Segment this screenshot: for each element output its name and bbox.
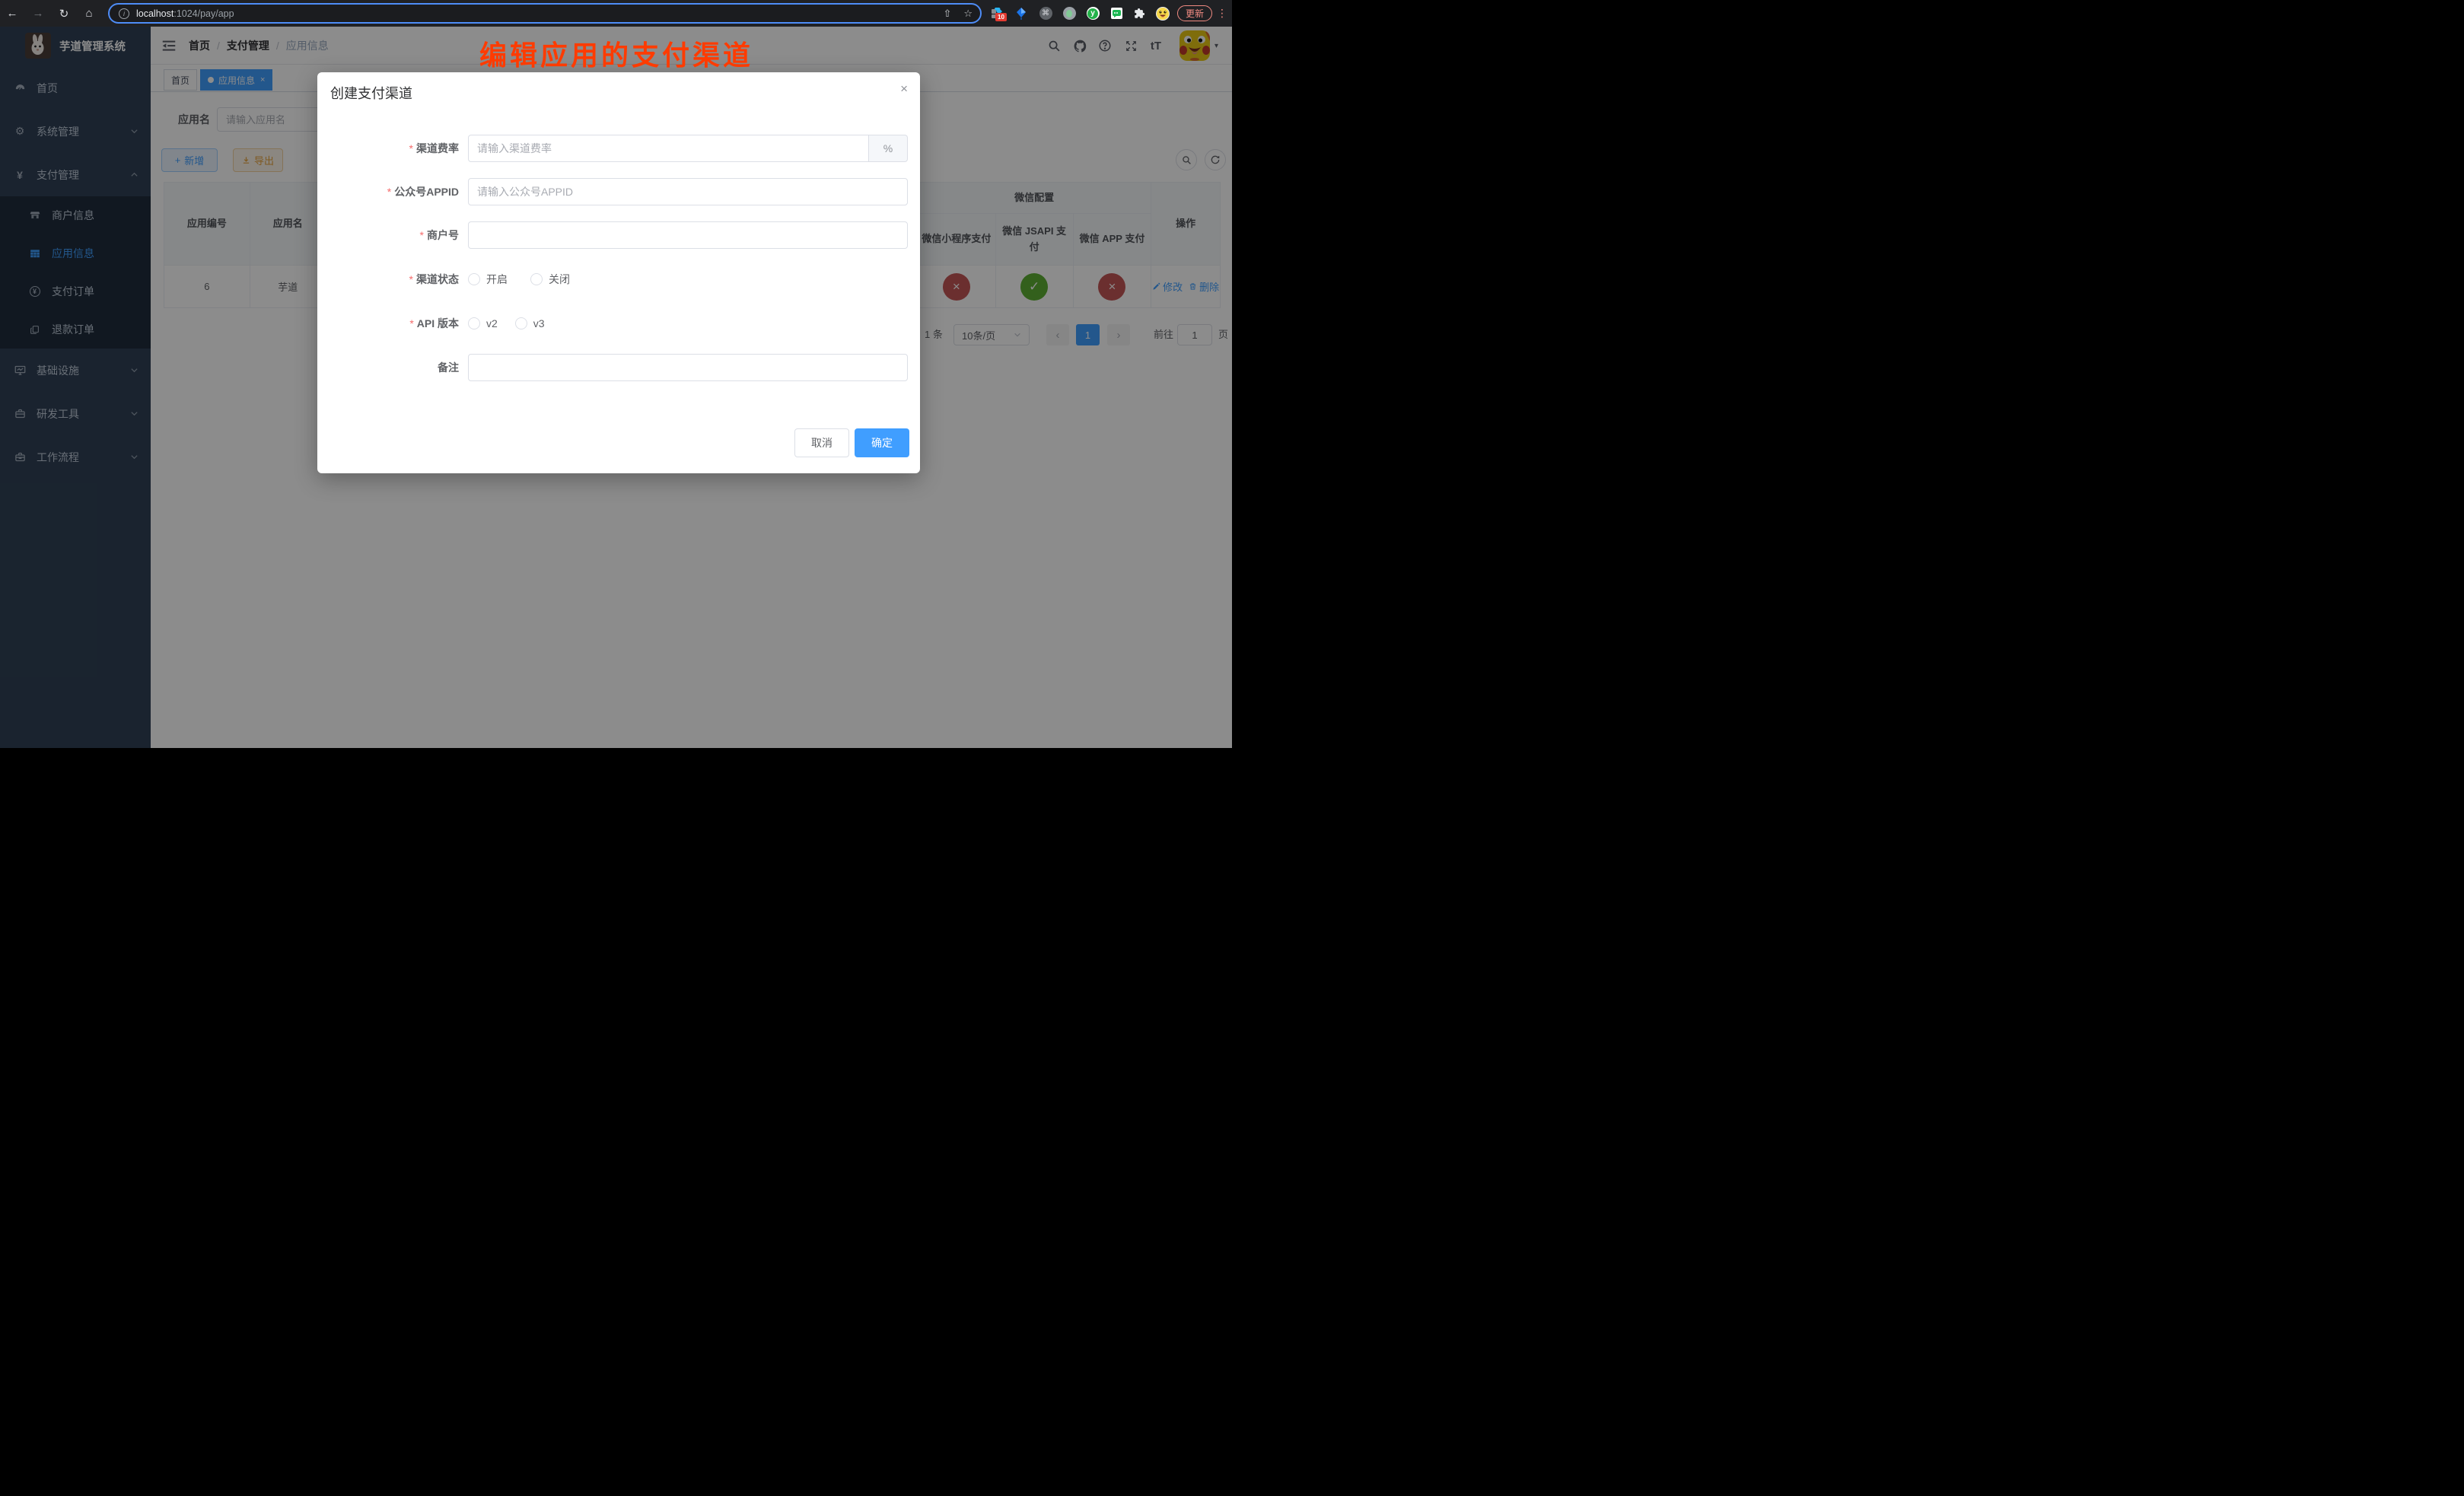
- api-version-label: * API 版本: [317, 310, 459, 337]
- share-icon[interactable]: ⇧: [943, 8, 951, 20]
- radio-label: 开启: [486, 272, 508, 287]
- browser-forward-icon[interactable]: →: [28, 0, 48, 27]
- label-text: 公众号APPID: [394, 186, 459, 198]
- status-label: *渠道状态: [317, 266, 459, 293]
- radio-label: v3: [533, 317, 545, 329]
- form-row-status: *渠道状态 开启 关闭: [317, 266, 920, 293]
- merchant-label: *商户号: [317, 221, 459, 249]
- required-asterisk: *: [409, 317, 413, 329]
- radio-label: 关闭: [549, 272, 570, 287]
- remark-label: 备注: [317, 354, 459, 381]
- required-asterisk: *: [409, 273, 413, 285]
- radio-circle-icon: [468, 317, 480, 329]
- url-text[interactable]: localhost:1024/pay/app: [136, 8, 234, 19]
- label-text: 渠道费率: [416, 142, 459, 154]
- extensions-puzzle-icon[interactable]: [1129, 0, 1150, 27]
- radio-status-open[interactable]: 开启: [468, 272, 508, 287]
- extension-icon-y[interactable]: y: [1082, 0, 1103, 27]
- radio-circle-icon: [515, 317, 527, 329]
- browser-update-button[interactable]: 更新: [1177, 5, 1212, 21]
- site-info-icon[interactable]: i: [119, 8, 129, 19]
- browser-menu-icon[interactable]: ⋮: [1217, 0, 1227, 27]
- rate-label: *渠道费率: [317, 135, 459, 162]
- merchant-input[interactable]: [468, 221, 908, 249]
- browser-chrome: ← → ↻ ⌂ i localhost:1024/pay/app ⇧ ☆ 10 …: [0, 0, 1232, 27]
- label-text: 商户号: [427, 229, 459, 241]
- label-text: 备注: [438, 361, 459, 374]
- rate-input[interactable]: [468, 135, 869, 162]
- form-row-api-version: * API 版本 v2 v3: [317, 310, 920, 337]
- remark-input[interactable]: [468, 354, 908, 381]
- extension-badge: 10: [995, 13, 1007, 21]
- appid-input[interactable]: [468, 178, 908, 205]
- form-row-appid: *公众号APPID: [317, 178, 920, 205]
- annotation-text: 编辑应用的支付渠道: [479, 33, 753, 73]
- bookmark-star-icon[interactable]: ☆: [963, 8, 973, 20]
- extension-icon-tampermonkey[interactable]: 10: [986, 0, 1008, 27]
- url-path: :1024/pay/app: [173, 8, 234, 19]
- radio-api-v2[interactable]: v2: [468, 317, 498, 329]
- required-asterisk: *: [420, 229, 424, 241]
- radio-circle-icon: [468, 273, 480, 285]
- label-text: 渠道状态: [416, 273, 459, 285]
- confirm-button[interactable]: 确定: [855, 428, 909, 457]
- required-asterisk: *: [387, 186, 391, 198]
- browser-home-icon[interactable]: ⌂: [79, 0, 99, 27]
- appid-label: *公众号APPID: [317, 178, 459, 205]
- radio-status-closed[interactable]: 关闭: [530, 272, 570, 287]
- extension-icon-command[interactable]: ⌘: [1035, 0, 1056, 27]
- extension-icon-kite[interactable]: [1011, 0, 1032, 27]
- radio-circle-icon: [530, 273, 543, 285]
- form-row-rate: *渠道费率 %: [317, 135, 920, 162]
- address-bar[interactable]: i localhost:1024/pay/app ⇧ ☆: [108, 3, 982, 24]
- form-row-merchant: *商户号: [317, 221, 920, 249]
- form-row-remark: 备注: [317, 354, 920, 381]
- extension-icon-chat[interactable]: [1106, 0, 1127, 27]
- cancel-button[interactable]: 取消: [794, 428, 849, 457]
- browser-back-icon[interactable]: ←: [2, 0, 22, 27]
- url-host: localhost: [136, 8, 173, 19]
- dialog-title: 创建支付渠道: [330, 83, 412, 103]
- label-text: API 版本: [417, 317, 459, 329]
- required-asterisk: *: [409, 142, 413, 154]
- percent-addon: %: [869, 135, 908, 162]
- extension-icon-green-dot[interactable]: [1059, 0, 1080, 27]
- dialog-close-icon[interactable]: ×: [900, 81, 908, 97]
- browser-reload-icon[interactable]: ↻: [54, 0, 74, 27]
- profile-avatar-icon[interactable]: [1152, 0, 1173, 27]
- radio-label: v2: [486, 317, 498, 329]
- screen: ← → ↻ ⌂ i localhost:1024/pay/app ⇧ ☆ 10 …: [0, 0, 1232, 748]
- radio-api-v3[interactable]: v3: [515, 317, 545, 329]
- create-pay-channel-dialog: 创建支付渠道 × *渠道费率 % *公众号APPID *商户号 *渠道状态 开启…: [317, 72, 920, 473]
